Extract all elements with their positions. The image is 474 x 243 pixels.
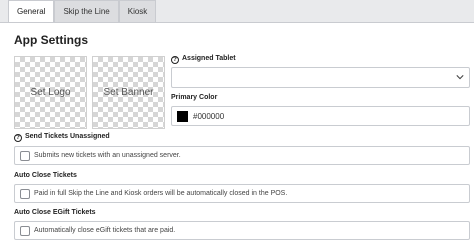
send-unassigned-checkbox[interactable] <box>20 151 30 161</box>
auto-close-egift-row[interactable]: Automatically close eGift tickets that a… <box>14 221 470 240</box>
set-banner-label: Set Banner <box>103 87 154 98</box>
chevron-down-icon <box>456 75 464 80</box>
tab-general[interactable]: General <box>8 0 55 22</box>
send-unassigned-heading: ? Send Tickets Unassigned <box>14 133 110 142</box>
help-icon[interactable]: ? <box>14 134 22 142</box>
auto-close-egift-checkbox[interactable] <box>20 226 30 236</box>
auto-close-row[interactable]: Paid in full Skip the Line and Kiosk ord… <box>14 184 470 203</box>
send-unassigned-text: Submits new tickets with an unassigned s… <box>34 152 181 159</box>
primary-color-value: #000000 <box>193 112 225 121</box>
help-icon[interactable]: ? <box>171 56 179 64</box>
assigned-tablet-select[interactable] <box>171 67 470 88</box>
tab-skip-the-line[interactable]: Skip the Line <box>54 0 119 22</box>
set-logo-label: Set Logo <box>30 87 71 98</box>
assigned-tablet-label: Assigned Tablet <box>182 55 236 62</box>
color-swatch[interactable] <box>177 111 188 122</box>
primary-color-field[interactable]: #000000 <box>171 106 470 126</box>
assigned-tablet-heading: ? Assigned Tablet <box>171 55 236 64</box>
auto-close-checkbox[interactable] <box>20 189 30 199</box>
set-logo-upload[interactable]: Set Logo <box>14 56 87 129</box>
auto-close-label: Auto Close Tickets <box>14 172 77 179</box>
auto-close-text: Paid in full Skip the Line and Kiosk ord… <box>34 190 288 197</box>
send-unassigned-label: Send Tickets Unassigned <box>25 133 110 140</box>
primary-color-label: Primary Color <box>171 94 218 101</box>
page-title: App Settings <box>14 33 88 47</box>
set-banner-upload[interactable]: Set Banner <box>92 56 165 129</box>
auto-close-egift-label: Auto Close EGift Tickets <box>14 209 96 216</box>
tab-bar: General Skip the Line Kiosk <box>8 0 157 22</box>
send-unassigned-row[interactable]: Submits new tickets with an unassigned s… <box>14 146 470 165</box>
auto-close-egift-text: Automatically close eGift tickets that a… <box>34 227 176 234</box>
tab-kiosk[interactable]: Kiosk <box>118 0 157 22</box>
